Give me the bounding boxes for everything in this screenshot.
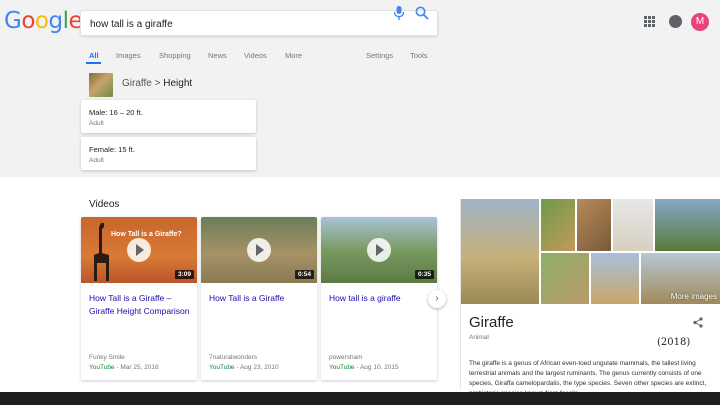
giraffe-thumbnail[interactable] xyxy=(89,73,113,97)
video-date: - Aug 10, 2015 xyxy=(354,364,399,371)
search-box[interactable] xyxy=(80,10,438,36)
video-date: - Aug 23, 2010 xyxy=(234,364,279,371)
more-images-tile[interactable]: More images xyxy=(641,253,720,304)
video-card[interactable]: 0:54 How Tall is a Giraffe 7naturalwonde… xyxy=(201,217,317,380)
video-card[interactable]: 0:35 How tall is a giraffe powersham You… xyxy=(321,217,437,380)
video-channel: Funky Smile xyxy=(89,354,125,361)
answer-breadcrumb[interactable]: Giraffe > Height xyxy=(122,78,192,89)
giraffe-photo[interactable] xyxy=(591,253,639,304)
tab-images[interactable]: Images xyxy=(116,51,141,60)
search-icon[interactable] xyxy=(415,6,429,20)
fact-value: Female: 15 ft. xyxy=(89,145,135,154)
avatar[interactable]: M xyxy=(691,13,709,31)
mic-icon[interactable] xyxy=(393,6,405,20)
bottom-bar xyxy=(0,392,720,405)
google-logo[interactable]: Google xyxy=(4,8,83,34)
video-thumbnail[interactable]: How Tall is a Giraffe? 3:09 xyxy=(81,217,197,283)
fact-card-female[interactable]: Female: 15 ft. Adult xyxy=(81,137,256,170)
video-duration: 3:09 xyxy=(174,270,194,279)
play-icon[interactable] xyxy=(127,238,151,262)
chevron-right-icon[interactable]: › xyxy=(428,290,446,308)
active-tab-indicator xyxy=(86,62,101,64)
video-duration: 0:35 xyxy=(414,270,434,279)
tab-more[interactable]: More xyxy=(285,51,302,60)
thumbnail-caption: How Tall is a Giraffe? xyxy=(111,231,182,238)
videos-heading: Videos xyxy=(89,199,120,210)
search-input[interactable] xyxy=(90,16,380,32)
fact-card-male[interactable]: Male: 16 – 20 ft. Adult xyxy=(81,100,256,133)
fact-label: Adult xyxy=(89,120,104,127)
giraffe-photo[interactable] xyxy=(461,199,539,304)
video-source: YouTube xyxy=(89,364,115,371)
tab-settings[interactable]: Settings xyxy=(366,51,393,60)
breadcrumb-separator: > xyxy=(151,78,164,89)
video-title-link[interactable]: How Tall is a Giraffe – Giraffe Height C… xyxy=(89,292,191,318)
breadcrumb-animal[interactable]: Giraffe xyxy=(122,78,152,89)
giraffe-photo[interactable] xyxy=(613,199,653,251)
video-duration: 0:54 xyxy=(294,270,314,279)
tab-shopping[interactable]: Shopping xyxy=(159,51,191,60)
giraffe-photo[interactable] xyxy=(655,199,720,251)
year-badge: (2018) xyxy=(657,337,691,348)
video-date: - Mar 25, 2016 xyxy=(114,364,159,371)
video-title-link[interactable]: How tall is a giraffe xyxy=(329,292,431,305)
notifications-icon[interactable] xyxy=(669,15,682,28)
play-icon[interactable] xyxy=(367,238,391,262)
video-meta: YouTube - Mar 25, 2016 xyxy=(89,364,159,371)
video-source: YouTube xyxy=(209,364,235,371)
tab-videos[interactable]: Videos xyxy=(244,51,267,60)
apps-icon[interactable] xyxy=(644,16,655,27)
video-thumbnail[interactable]: 0:54 xyxy=(201,217,317,283)
giraffe-photo[interactable] xyxy=(577,199,611,251)
video-channel: 7naturalwonders xyxy=(209,354,258,361)
tab-news[interactable]: News xyxy=(208,51,227,60)
search-tabs: All Images Shopping News Videos More Set… xyxy=(0,51,720,65)
video-card[interactable]: How Tall is a Giraffe? 3:09 How Tall is … xyxy=(81,217,197,380)
share-icon[interactable] xyxy=(693,317,703,328)
video-thumbnail[interactable]: 0:35 xyxy=(321,217,437,283)
giraffe-photo[interactable] xyxy=(541,199,575,251)
video-meta: YouTube - Aug 23, 2010 xyxy=(209,364,279,371)
play-icon[interactable] xyxy=(247,238,271,262)
kp-subtitle: Animal xyxy=(469,334,489,341)
giraffe-photo[interactable] xyxy=(541,253,589,304)
fact-value: Male: 16 – 20 ft. xyxy=(89,108,143,117)
video-channel: powersham xyxy=(329,354,363,361)
more-images-link[interactable]: More images xyxy=(671,292,717,301)
video-source: YouTube xyxy=(329,364,355,371)
fact-label: Adult xyxy=(89,157,104,164)
kp-title: Giraffe xyxy=(469,314,514,331)
tab-tools[interactable]: Tools xyxy=(410,51,428,60)
video-title-link[interactable]: How Tall is a Giraffe xyxy=(209,292,311,305)
tab-all[interactable]: All xyxy=(89,51,99,60)
video-meta: YouTube - Aug 10, 2015 xyxy=(329,364,399,371)
giraffe-silhouette-icon xyxy=(94,223,109,281)
breadcrumb-attribute: Height xyxy=(163,78,193,89)
knowledge-panel: More images Giraffe Animal (2018) The gi… xyxy=(460,199,720,397)
